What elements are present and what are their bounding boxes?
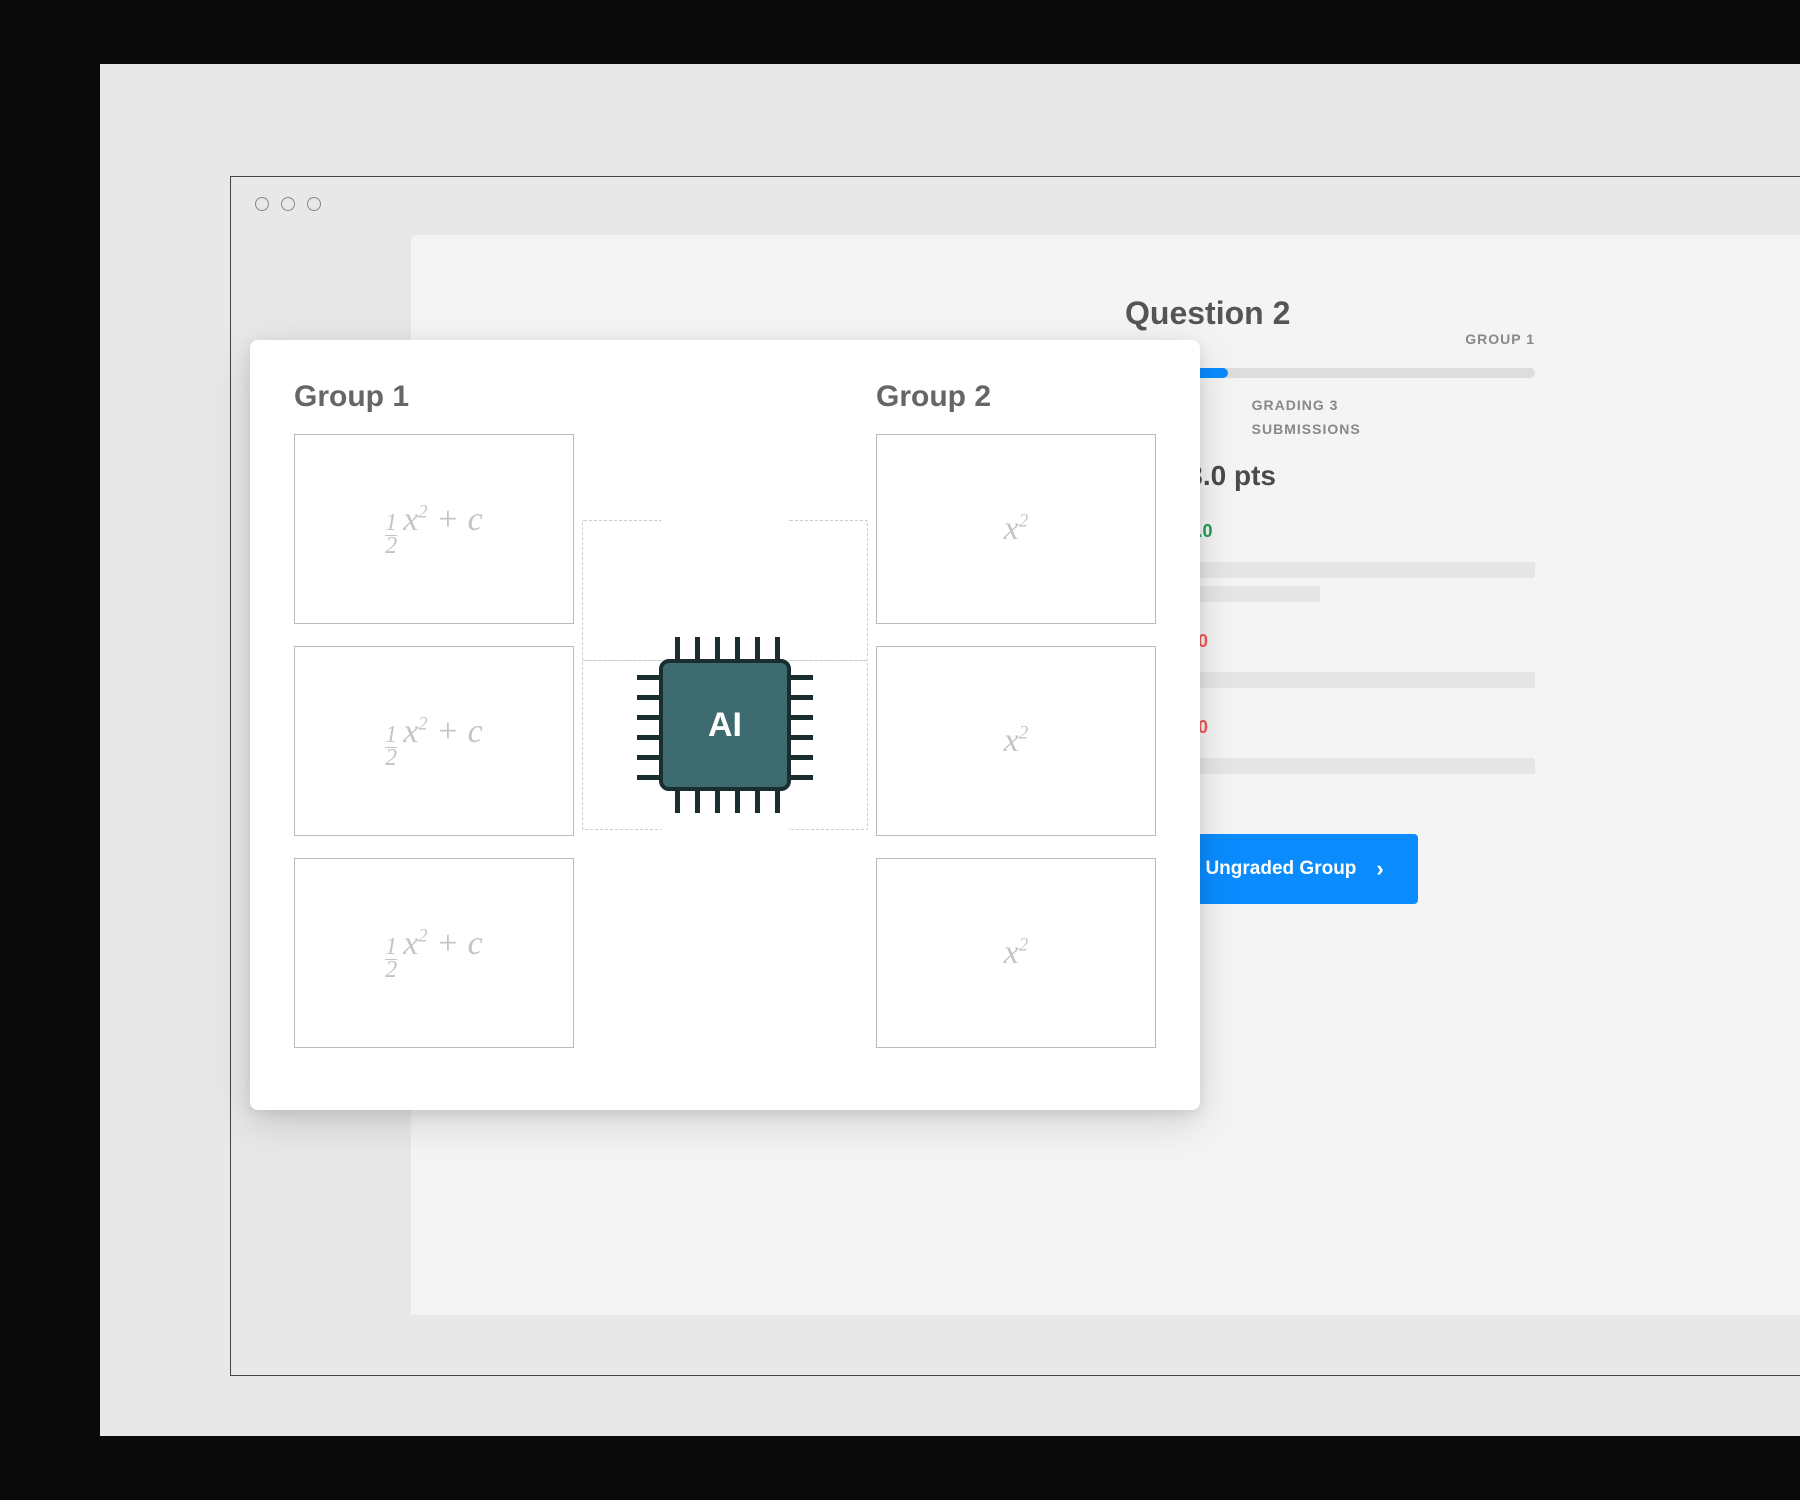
handwritten-math: 12x2 + c <box>385 713 482 769</box>
window-dot-icon <box>307 197 321 211</box>
stat-line: SUBMISSIONS <box>1252 418 1361 442</box>
answer-thumbnail[interactable]: x2 <box>876 858 1156 1048</box>
group-right-title: Group 2 <box>876 380 1156 414</box>
group-left-column: Group 1 12x2 + c 12x2 + c 12x2 + c <box>294 380 574 1070</box>
page-background: Question 2 GROUP 1 1 OF 4 GRADED GRADING… <box>100 64 1800 1436</box>
group-right-column: Group 2 x2 x2 x2 <box>876 380 1156 1070</box>
rubric-description-placeholder <box>1177 562 1535 602</box>
groups-card: Group 1 12x2 + c 12x2 + c 12x2 + c <box>250 340 1200 1110</box>
window-controls <box>231 177 1800 231</box>
grading-count: GRADING 3 SUBMISSIONS <box>1252 394 1361 442</box>
handwritten-math: x2 <box>1004 510 1028 548</box>
handwritten-math: 12x2 + c <box>385 501 482 557</box>
answer-thumbnail[interactable]: 12x2 + c <box>294 646 574 836</box>
handwritten-math: x2 <box>1004 722 1028 760</box>
chip-label: AI <box>659 659 791 791</box>
handwritten-math: x2 <box>1004 934 1028 972</box>
window-dot-icon <box>255 197 269 211</box>
window-dot-icon <box>281 197 295 211</box>
chevron-right-icon: › <box>1376 856 1383 882</box>
rubric-description-placeholder <box>1177 672 1535 688</box>
ai-chip-icon: AI <box>635 635 815 815</box>
answer-thumbnail[interactable]: x2 <box>876 434 1156 624</box>
rubric-description-placeholder <box>1177 758 1535 774</box>
ai-chip-column: AI <box>622 380 828 1070</box>
answer-thumbnail[interactable]: x2 <box>876 646 1156 836</box>
question-title: Question 2 <box>1125 295 1535 332</box>
answer-thumbnail[interactable]: 12x2 + c <box>294 858 574 1048</box>
group-left-title: Group 1 <box>294 380 574 414</box>
handwritten-math: 12x2 + c <box>385 925 482 981</box>
stat-line: GRADING 3 <box>1252 394 1361 418</box>
answer-thumbnail[interactable]: 12x2 + c <box>294 434 574 624</box>
group-tag: GROUP 1 <box>1465 331 1535 347</box>
